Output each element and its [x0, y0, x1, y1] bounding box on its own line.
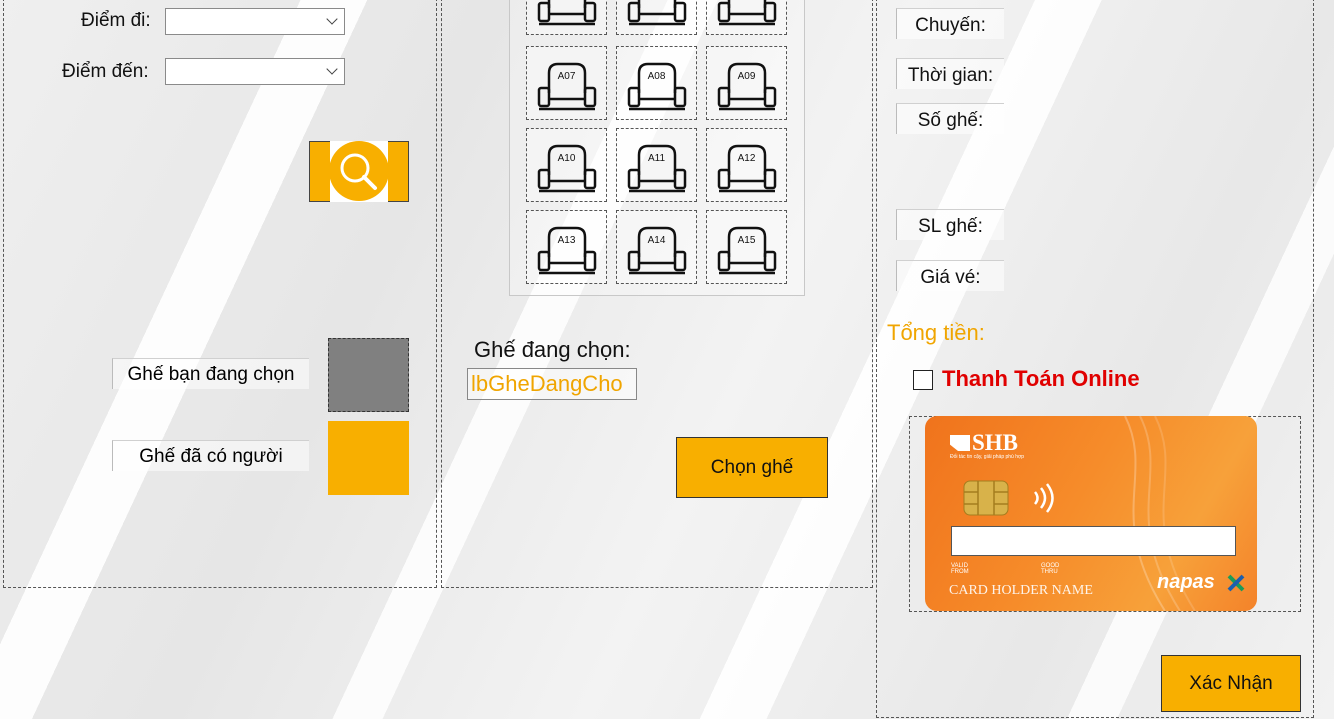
seat-button[interactable]: A09	[706, 46, 787, 120]
seat-button[interactable]: A12	[706, 128, 787, 202]
total-label: Tổng tiền:	[887, 320, 985, 345]
to-label: Điểm đến:	[62, 61, 149, 82]
seat-button[interactable]	[616, 0, 697, 35]
seat-icon	[537, 226, 597, 275]
valid-from-label: VALID FROM	[951, 563, 969, 575]
seat-icon	[537, 144, 597, 193]
seat-code: A07	[557, 71, 576, 82]
seat-button[interactable]: A15	[706, 210, 787, 284]
seat-count-label: SL ghế:	[896, 209, 1004, 240]
seat-button[interactable]: A14	[616, 210, 697, 284]
choose-seat-button[interactable]: Chọn ghế	[676, 437, 828, 498]
to-combobox[interactable]	[165, 58, 345, 85]
seat-code: A13	[557, 235, 576, 246]
legend-selected-label: Ghế bạn đang chọn	[112, 358, 309, 389]
seat-icon	[717, 144, 777, 193]
seat-icon	[537, 0, 597, 26]
online-pay-checkbox[interactable]	[913, 370, 933, 390]
legend-occupied-swatch	[328, 421, 409, 495]
chevron-down-icon	[326, 13, 338, 25]
time-label: Thời gian:	[896, 58, 1004, 89]
search-panel	[3, 0, 437, 588]
confirm-button[interactable]: Xác Nhận	[1161, 655, 1301, 712]
seat-code: A11	[647, 153, 666, 164]
seat-button[interactable]: A07	[526, 46, 607, 120]
seat-button[interactable]	[706, 0, 787, 35]
seat-code: A10	[557, 153, 576, 164]
seat-button[interactable]: A13	[526, 210, 607, 284]
search-button[interactable]	[309, 141, 409, 202]
seat-icon	[717, 226, 777, 275]
seat-code: A08	[647, 71, 666, 82]
search-icon	[329, 141, 389, 202]
seat-number-label: Số ghế:	[896, 103, 1004, 134]
network-name: napas	[1157, 571, 1215, 593]
legend-occupied-label: Ghế đã có người	[112, 440, 309, 471]
seat-code: A14	[647, 235, 666, 246]
seat-code: A09	[737, 71, 756, 82]
from-combobox[interactable]	[165, 8, 345, 35]
seat-icon	[537, 62, 597, 111]
current-seat-value: lbGheDangCho	[467, 368, 637, 400]
bank-name: SHB	[972, 430, 1019, 455]
good-thru-label: GOOD THRU	[1041, 563, 1060, 575]
card-holder-name: CARD HOLDER NAME	[949, 583, 1093, 598]
seat-button[interactable]: A11	[616, 128, 697, 202]
from-label: Điểm đi:	[81, 10, 151, 31]
bank-tagline: Đối tác tin cậy, giải pháp phù hợp	[950, 454, 1025, 460]
seat-icon	[717, 62, 777, 111]
seat-code: A15	[737, 235, 756, 246]
seat-button[interactable]: A08	[616, 46, 697, 120]
seat-icon	[717, 0, 777, 26]
seat-button[interactable]: A10	[526, 128, 607, 202]
price-label: Giá vé:	[896, 260, 1004, 291]
seat-icon	[627, 62, 687, 111]
chevron-down-icon	[326, 63, 338, 75]
seat-icon	[627, 144, 687, 193]
napas-logo-icon	[1227, 574, 1245, 592]
current-seat-label: Ghế đang chọn:	[474, 337, 631, 362]
online-pay-label[interactable]: Thanh Toán Online	[942, 366, 1140, 392]
contactless-icon	[1033, 483, 1054, 513]
seat-icon	[627, 0, 687, 26]
seat-icon	[627, 226, 687, 275]
legend-selected-swatch	[328, 338, 409, 412]
bank-card: SHB Đối tác tin cậy, giải pháp phù hợp V…	[925, 416, 1257, 611]
trip-label: Chuyến:	[896, 8, 1004, 39]
card-number-field[interactable]	[951, 526, 1236, 556]
seat-button[interactable]	[526, 0, 607, 35]
chip-icon	[963, 480, 1009, 516]
seat-code: A12	[737, 153, 756, 164]
